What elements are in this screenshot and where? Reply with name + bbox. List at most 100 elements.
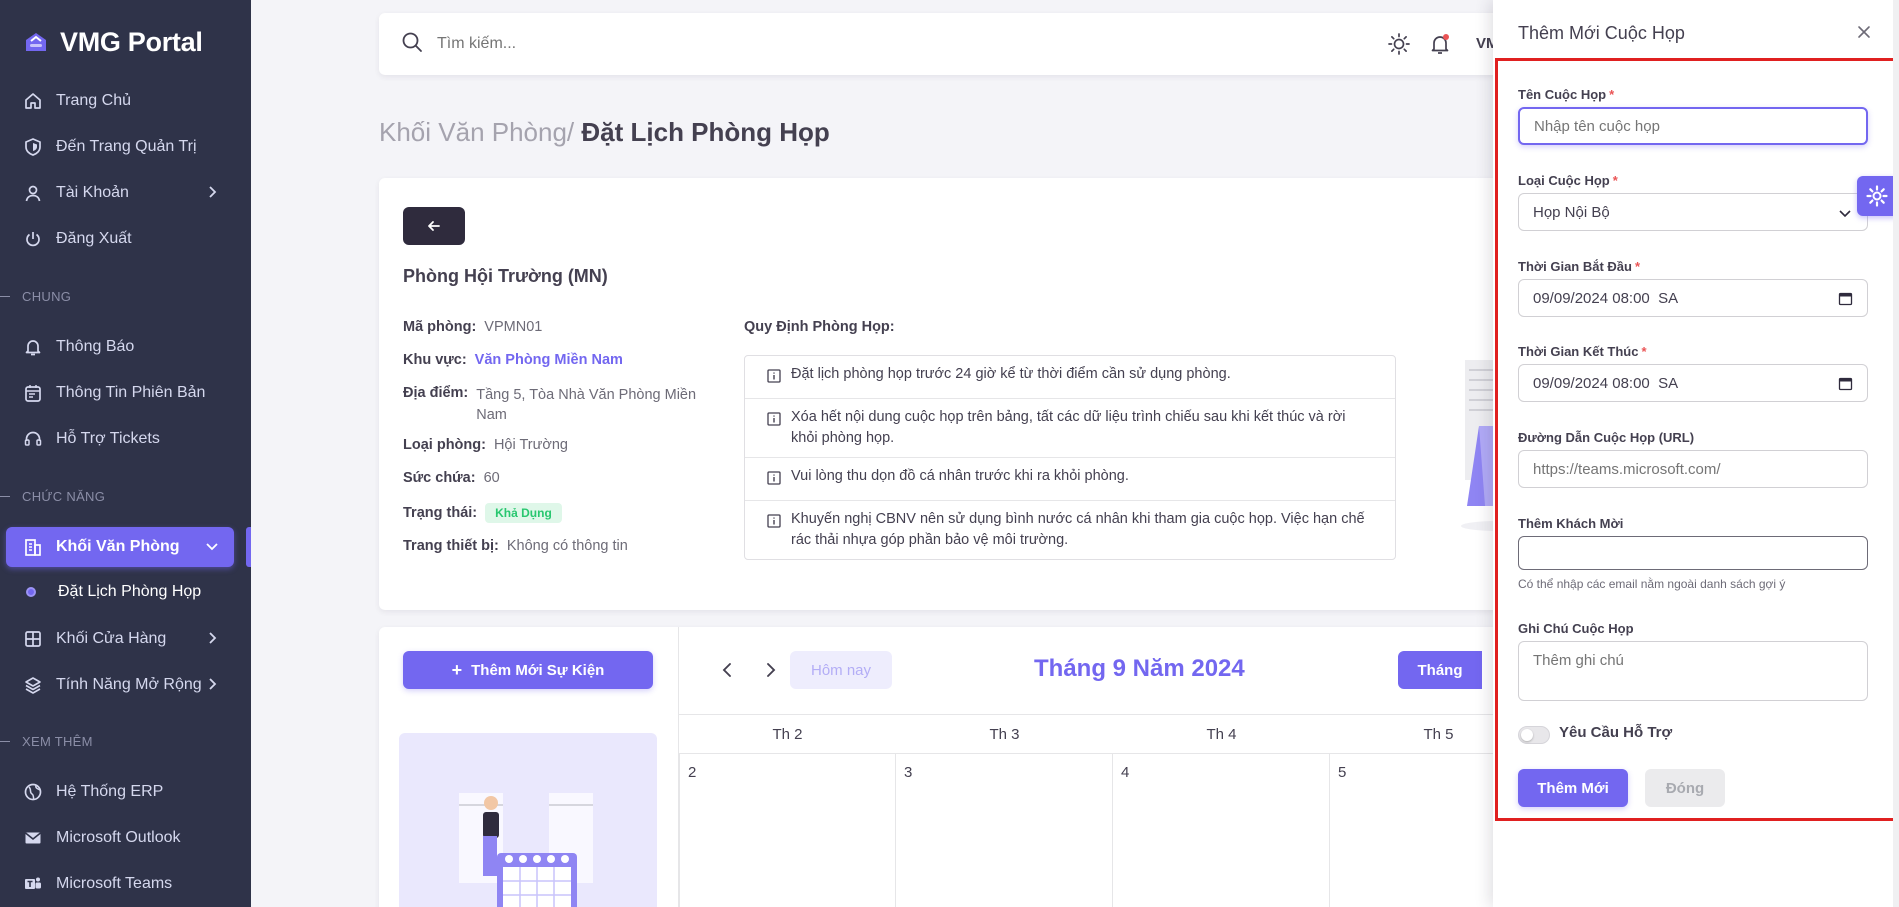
- page-title: Khối Văn Phòng/ Đặt Lịch Phòng Họp: [379, 117, 830, 148]
- add-event-button[interactable]: + Thêm Mới Sự Kiện: [403, 651, 653, 689]
- meeting-note-textarea[interactable]: [1518, 641, 1868, 701]
- calendar-icon[interactable]: [1838, 291, 1853, 310]
- page-title-current: Đặt Lịch Phòng Họp: [581, 117, 830, 147]
- close-button[interactable]: Đóng: [1645, 769, 1725, 807]
- meeting-url-input[interactable]: [1518, 450, 1868, 488]
- status-badge: Khả Dụng: [485, 503, 562, 523]
- info-icon: [767, 471, 781, 492]
- rule-item: Vui lòng thu dọn đồ cá nhân trước khi ra…: [745, 458, 1395, 501]
- calendar-icon[interactable]: [1838, 376, 1853, 395]
- close-icon[interactable]: [1856, 24, 1872, 45]
- room-capacity: 60: [483, 470, 500, 486]
- active-dot-icon: [26, 587, 36, 597]
- add-meeting-drawer: Thêm Mới Cuộc Họp Tên Cuộc Họp* Loại Cuộ…: [1493, 0, 1899, 907]
- day-number: 5: [1338, 764, 1347, 781]
- meeting-type-select[interactable]: Họp Nội Bộ: [1518, 193, 1868, 231]
- sidebar-item-label: Đặt Lịch Phòng Họp: [58, 583, 202, 600]
- sidebar-item-label: Khối Cửa Hàng: [56, 630, 167, 647]
- sidebar-item-outlook[interactable]: Microsoft Outlook: [6, 818, 234, 858]
- notification-bell-icon[interactable]: [1428, 32, 1452, 61]
- sidebar-item-label: Thông Báo: [56, 338, 135, 355]
- meeting-name-label: Tên Cuộc Họp *: [1518, 87, 1615, 102]
- weekday-label: Th 4: [1206, 726, 1237, 743]
- sidebar-item-label: Khối Văn Phòng: [56, 538, 180, 555]
- rule-item: Xóa hết nội dung cuộc họp trên bảng, tất…: [745, 399, 1395, 458]
- calendar-prev-icon[interactable]: [719, 661, 737, 684]
- sidebar-item-label: Hỗ Trợ Tickets: [56, 430, 160, 447]
- info-icon: [767, 514, 781, 535]
- calendar-weekday-header: Th 2 Th 3 Th 4 Th 5: [679, 714, 1529, 754]
- sidebar: VMG Portal Trang Chủ Đến Trang Quản Trị …: [0, 0, 251, 907]
- room-equipment: Không có thông tin: [506, 538, 628, 554]
- end-time-input[interactable]: 09/09/2024 08:00 SA: [1518, 364, 1868, 402]
- today-button[interactable]: Hôm nay: [790, 651, 892, 689]
- calendar-month-title: Tháng 9 Năm 2024: [1034, 655, 1245, 682]
- brand-logo-icon: [26, 33, 46, 51]
- meeting-url-label: Đường Dẫn Cuộc Họp (URL): [1518, 430, 1695, 445]
- bell-icon: [22, 336, 44, 358]
- day-number: 3: [904, 764, 913, 781]
- arrow-left-icon: [428, 221, 440, 231]
- search-input[interactable]: [437, 35, 1037, 53]
- start-time-input[interactable]: 09/09/2024 08:00 SA: [1518, 279, 1868, 317]
- teams-icon: [22, 873, 44, 895]
- chevron-down-icon: [1837, 205, 1853, 225]
- breadcrumb[interactable]: Khối Văn Phòng/: [379, 117, 574, 147]
- calendar-next-icon[interactable]: [761, 661, 779, 684]
- weekday-label: Th 3: [989, 726, 1020, 743]
- scrollbar[interactable]: [1893, 0, 1899, 907]
- sidebar-item-khoi-van-phong[interactable]: Khối Văn Phòng: [6, 527, 234, 567]
- shield-icon: [22, 136, 44, 158]
- sidebar-item-home[interactable]: Trang Chủ: [6, 81, 234, 121]
- brand-name: VMG Portal: [60, 26, 203, 57]
- calendar-note-icon: [22, 382, 44, 404]
- sidebar-item-notifications[interactable]: Thông Báo: [6, 327, 234, 367]
- support-request-toggle[interactable]: [1518, 726, 1550, 744]
- sidebar-item-teams[interactable]: Microsoft Teams: [6, 864, 234, 904]
- sidebar-item-label: Hệ Thống ERP: [56, 783, 164, 800]
- support-request-label: Yêu Cầu Hỗ Trợ: [1559, 724, 1673, 741]
- calendar-day-cell[interactable]: 3: [896, 754, 1113, 907]
- section-label-xem-them: XEM THÊM: [0, 734, 93, 749]
- sidebar-item-label: Microsoft Outlook: [56, 829, 181, 846]
- home-icon: [22, 90, 44, 112]
- room-type-row: Loại phòng: Hội Trường: [403, 437, 568, 453]
- room-location: Tầng 5, Tòa Nhà Văn Phòng Miền Nam: [476, 387, 697, 423]
- brand[interactable]: VMG Portal: [0, 0, 251, 84]
- settings-gear-button[interactable]: [1857, 176, 1897, 216]
- plus-icon: +: [451, 660, 463, 680]
- sidebar-item-version-info[interactable]: Thông Tin Phiên Bản: [6, 373, 234, 413]
- top-navbar: VM: [379, 13, 1529, 75]
- sidebar-item-tinh-nang-mo-rong[interactable]: Tính Năng Mở Rộng: [6, 665, 234, 705]
- back-button[interactable]: [403, 207, 465, 245]
- chevron-right-icon: [204, 630, 220, 651]
- theme-sun-icon[interactable]: [1387, 32, 1411, 61]
- view-month-button[interactable]: Tháng: [1398, 651, 1482, 689]
- search-icon[interactable]: [401, 31, 423, 58]
- room-area-link[interactable]: Văn Phòng Miền Nam: [475, 352, 623, 368]
- calendar-day-cell[interactable]: 2: [679, 754, 896, 907]
- info-icon: [767, 412, 781, 433]
- rule-item: Khuyến nghị CBNV nên sử dụng bình nước c…: [745, 501, 1395, 559]
- sidebar-item-support-tickets[interactable]: Hỗ Trợ Tickets: [6, 419, 234, 459]
- sidebar-item-admin[interactable]: Đến Trang Quản Trị: [6, 127, 234, 167]
- sidebar-item-label: Đến Trang Quản Trị: [56, 138, 197, 155]
- rule-item: Đặt lịch phòng họp trước 24 giờ kể từ th…: [745, 356, 1395, 399]
- sidebar-item-account[interactable]: Tài Khoản: [6, 173, 234, 213]
- sidebar-item-label: Microsoft Teams: [56, 875, 173, 892]
- sidebar-subitem-dat-lich-phong-hop[interactable]: Đặt Lịch Phòng Họp: [22, 583, 201, 601]
- room-location-row: Địa điểm: Tầng 5, Tòa Nhà Văn Phòng Miền …: [403, 385, 723, 425]
- end-time-label: Thời Gian Kết Thúc *: [1518, 344, 1647, 359]
- meeting-type-label: Loại Cuộc Họp *: [1518, 173, 1618, 188]
- active-indicator: [246, 527, 251, 567]
- sidebar-item-erp[interactable]: Hệ Thống ERP: [6, 772, 234, 812]
- layers-icon: [22, 674, 44, 696]
- meeting-name-input[interactable]: [1518, 107, 1868, 145]
- calendar-day-cell[interactable]: 4: [1113, 754, 1330, 907]
- submit-button[interactable]: Thêm Mới: [1518, 769, 1628, 807]
- weekday-label: Th 2: [772, 726, 803, 743]
- sidebar-item-khoi-cua-hang[interactable]: Khối Cửa Hàng: [6, 619, 234, 659]
- guests-input[interactable]: [1518, 536, 1868, 570]
- sidebar-item-logout[interactable]: Đăng Xuất: [6, 219, 234, 259]
- start-time-label: Thời Gian Bắt Đầu *: [1518, 259, 1641, 274]
